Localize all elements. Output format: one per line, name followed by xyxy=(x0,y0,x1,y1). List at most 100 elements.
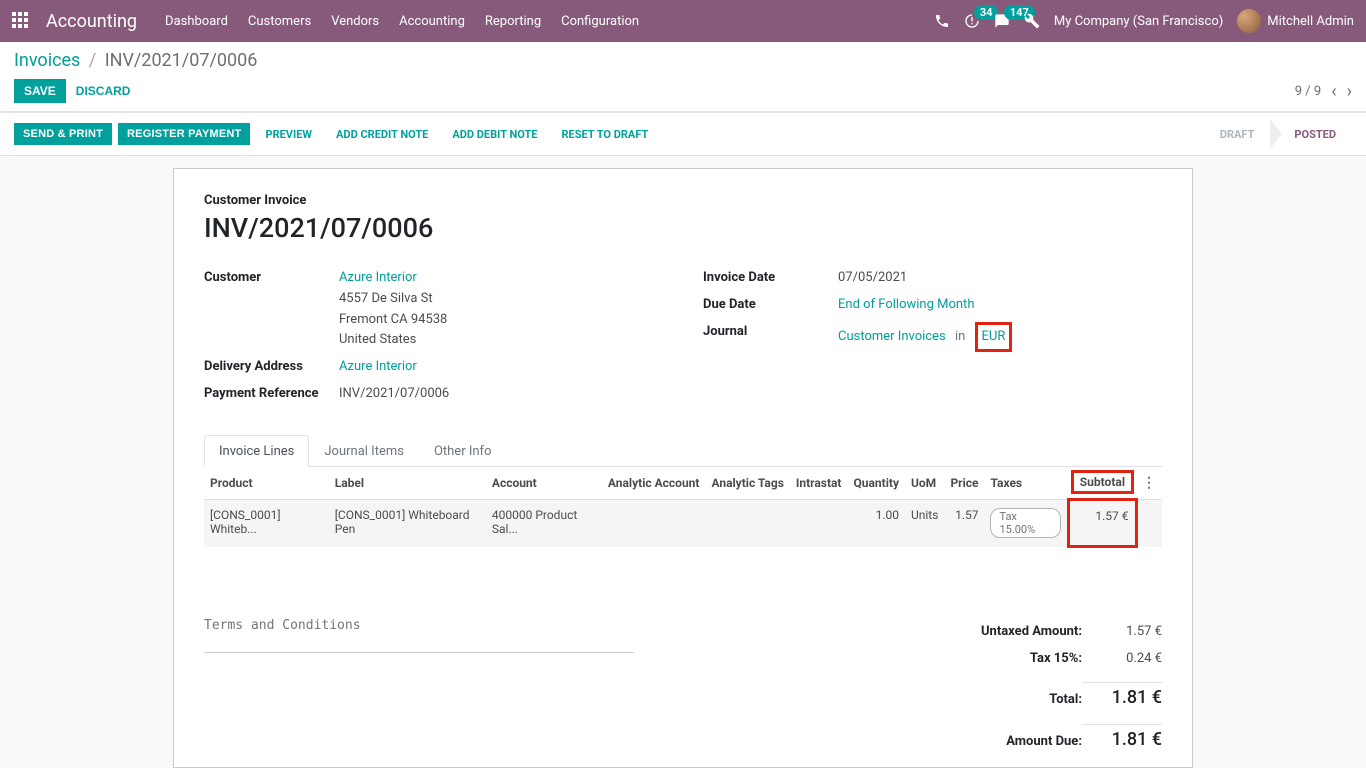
debug-icon[interactable] xyxy=(1024,13,1040,29)
cell-account[interactable]: 400000 Product Sal... xyxy=(486,499,602,546)
menu-reporting[interactable]: Reporting xyxy=(485,14,541,29)
customer-addr1: 4557 De Silva St xyxy=(339,291,433,306)
menu-dashboard[interactable]: Dashboard xyxy=(165,14,228,29)
menu-vendors[interactable]: Vendors xyxy=(331,14,379,29)
apps-icon[interactable] xyxy=(12,12,30,30)
due-date-link[interactable]: End of Following Month xyxy=(838,297,974,312)
pager-next-icon[interactable]: › xyxy=(1347,81,1352,102)
invoice-date-value: 07/05/2021 xyxy=(838,268,1162,289)
status-draft[interactable]: DRAFT xyxy=(1204,119,1271,149)
sheet-subtitle: Customer Invoice xyxy=(204,193,1162,208)
cell-price[interactable]: 1.57 xyxy=(944,499,984,546)
th-product[interactable]: Product xyxy=(204,467,329,500)
cell-label[interactable]: [CONS_0001] Whiteboard Pen xyxy=(329,499,486,546)
th-taxes[interactable]: Taxes xyxy=(984,467,1068,500)
company-selector[interactable]: My Company (San Francisco) xyxy=(1054,14,1223,29)
messages-icon[interactable]: 147 xyxy=(994,13,1010,29)
th-account[interactable]: Account xyxy=(486,467,602,500)
menu-customers[interactable]: Customers xyxy=(248,14,311,29)
reset-to-draft-button[interactable]: RESET TO DRAFT xyxy=(552,123,657,146)
status-posted[interactable]: POSTED xyxy=(1278,119,1352,149)
label-payment-reference: Payment Reference xyxy=(204,384,339,405)
cell-subtotal[interactable]: 1.57 € xyxy=(1069,499,1136,546)
send-print-button[interactable]: SEND & PRINT xyxy=(14,123,112,145)
th-price[interactable]: Price xyxy=(944,467,984,500)
breadcrumb-bar: Invoices / INV/2021/07/0006 SAVE DISCARD… xyxy=(0,42,1366,112)
save-button[interactable]: SAVE xyxy=(14,79,66,103)
menu-configuration[interactable]: Configuration xyxy=(561,14,639,29)
th-quantity[interactable]: Quantity xyxy=(848,467,905,500)
amount-due-value: 1.81 € xyxy=(1082,724,1162,750)
th-subtotal[interactable]: Subtotal xyxy=(1071,470,1134,494)
breadcrumb-separator: / xyxy=(89,50,96,71)
customer-addr3: United States xyxy=(339,332,416,347)
totals-block: Untaxed Amount: 1.57 € Tax 15%: 0.24 € T… xyxy=(842,618,1162,766)
amount-due-label: Amount Due: xyxy=(1006,734,1082,749)
customer-link[interactable]: Azure Interior xyxy=(339,270,417,285)
menu-accounting[interactable]: Accounting xyxy=(399,14,465,29)
th-intrastat[interactable]: Intrastat xyxy=(790,467,848,500)
register-payment-button[interactable]: REGISTER PAYMENT xyxy=(118,123,250,145)
activity-icon[interactable]: 34 xyxy=(964,13,980,29)
th-label[interactable]: Label xyxy=(329,467,486,500)
status-bar: DRAFT POSTED xyxy=(1204,119,1352,149)
total-label: Total: xyxy=(1049,692,1082,707)
th-uom[interactable]: UoM xyxy=(905,467,944,500)
tab-journal-items[interactable]: Journal Items xyxy=(309,435,419,467)
tax-label: Tax 15%: xyxy=(1030,651,1082,666)
journal-in-text: in xyxy=(955,329,965,344)
label-customer: Customer xyxy=(204,268,339,351)
cell-intrastat[interactable] xyxy=(790,499,848,546)
breadcrumb: Invoices / INV/2021/07/0006 xyxy=(14,50,1352,71)
main-menus: Dashboard Customers Vendors Accounting R… xyxy=(165,14,639,29)
th-analytic-account[interactable]: Analytic Account xyxy=(602,467,706,500)
brand-label[interactable]: Accounting xyxy=(46,11,137,32)
cell-taxes[interactable]: Tax 15.00% xyxy=(984,499,1068,546)
payment-reference-value: INV/2021/07/0006 xyxy=(339,384,663,405)
label-journal: Journal xyxy=(703,322,838,353)
customer-addr2: Fremont CA 94538 xyxy=(339,312,447,327)
terms-input[interactable] xyxy=(204,618,634,653)
form-sheet: Customer Invoice INV/2021/07/0006 Custom… xyxy=(173,168,1193,768)
tax-pill: Tax 15.00% xyxy=(990,508,1061,538)
cell-quantity[interactable]: 1.00 xyxy=(848,499,905,546)
tab-invoice-lines[interactable]: Invoice Lines xyxy=(204,435,309,467)
tax-value: 0.24 € xyxy=(1082,651,1162,666)
untaxed-value: 1.57 € xyxy=(1082,624,1162,639)
cell-analytic-tags[interactable] xyxy=(705,499,789,546)
action-bar: SEND & PRINT REGISTER PAYMENT PREVIEW AD… xyxy=(0,112,1366,156)
cell-uom[interactable]: Units xyxy=(905,499,944,546)
delivery-address-link[interactable]: Azure Interior xyxy=(339,359,417,374)
add-credit-note-button[interactable]: ADD CREDIT NOTE xyxy=(327,123,437,146)
invoice-number: INV/2021/07/0006 xyxy=(204,212,1162,244)
table-row[interactable]: [CONS_0001] Whiteb... [CONS_0001] Whiteb… xyxy=(204,499,1162,546)
currency-link[interactable]: EUR xyxy=(982,329,1006,344)
pager-prev-icon[interactable]: ‹ xyxy=(1331,81,1336,102)
add-debit-note-button[interactable]: ADD DEBIT NOTE xyxy=(443,123,546,146)
cell-analytic-account[interactable] xyxy=(602,499,706,546)
discard-button[interactable]: DISCARD xyxy=(66,79,141,103)
cell-product[interactable]: [CONS_0001] Whiteb... xyxy=(204,499,329,546)
top-navbar: Accounting Dashboard Customers Vendors A… xyxy=(0,0,1366,42)
invoice-lines-table: Product Label Account Analytic Account A… xyxy=(204,467,1162,548)
breadcrumb-root[interactable]: Invoices xyxy=(14,50,80,71)
preview-button[interactable]: PREVIEW xyxy=(256,123,321,146)
user-name: Mitchell Admin xyxy=(1267,14,1354,29)
label-due-date: Due Date xyxy=(703,295,838,316)
tab-other-info[interactable]: Other Info xyxy=(419,435,507,467)
label-delivery-address: Delivery Address xyxy=(204,357,339,378)
pager-text: 9 / 9 xyxy=(1295,84,1321,99)
main-scroll[interactable]: Customer Invoice INV/2021/07/0006 Custom… xyxy=(0,156,1366,768)
column-menu-icon[interactable]: ⋮ xyxy=(1142,475,1156,491)
avatar xyxy=(1237,9,1261,33)
untaxed-label: Untaxed Amount: xyxy=(981,624,1082,639)
tabs: Invoice Lines Journal Items Other Info xyxy=(204,435,1162,467)
journal-link[interactable]: Customer Invoices xyxy=(838,329,946,344)
currency-highlight-box: EUR xyxy=(975,322,1013,353)
phone-icon[interactable] xyxy=(934,13,950,29)
total-value: 1.81 € xyxy=(1082,682,1162,708)
user-menu[interactable]: Mitchell Admin xyxy=(1237,9,1354,33)
label-invoice-date: Invoice Date xyxy=(703,268,838,289)
th-analytic-tags[interactable]: Analytic Tags xyxy=(705,467,789,500)
breadcrumb-current: INV/2021/07/0006 xyxy=(105,50,258,71)
